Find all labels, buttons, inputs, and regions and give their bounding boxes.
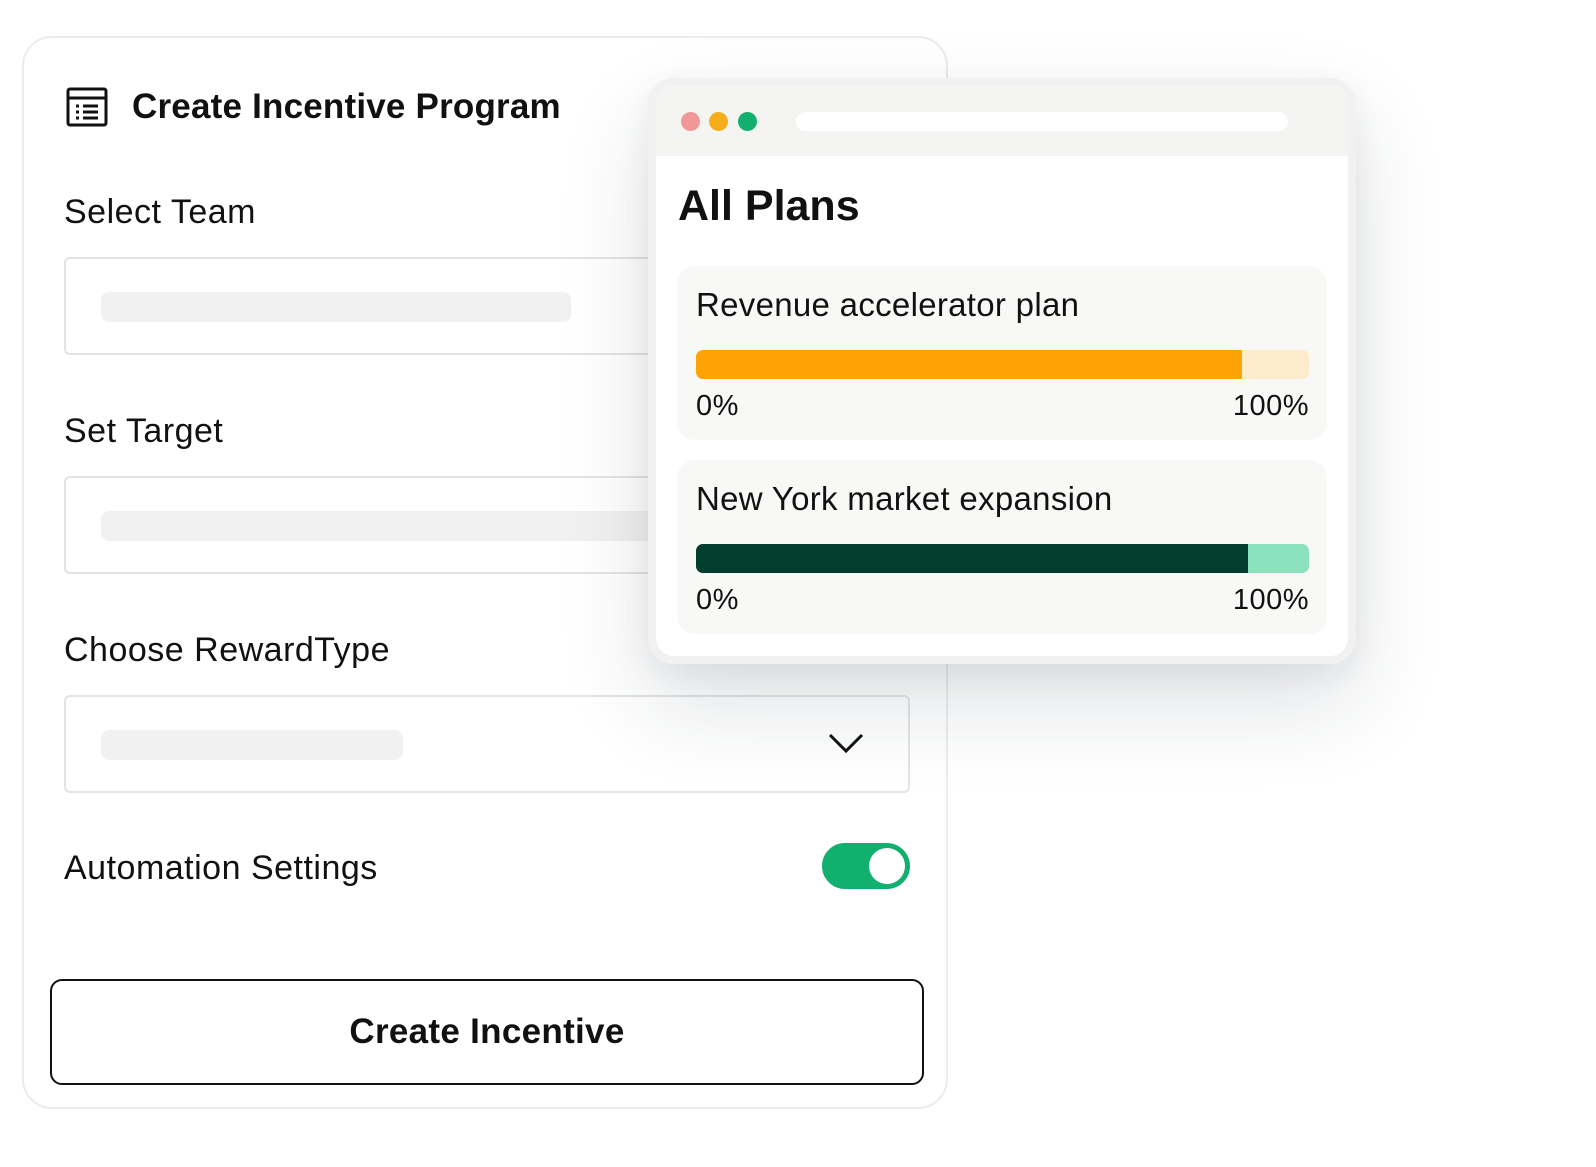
toggle-knob bbox=[869, 848, 905, 884]
select-team-label: Select Team bbox=[64, 193, 256, 231]
plan-progress-bar bbox=[696, 544, 1309, 573]
plan-name: New York market expansion bbox=[696, 480, 1113, 517]
window-title-bar bbox=[656, 86, 1348, 156]
progress-max-label: 100% bbox=[1232, 584, 1309, 616]
plan-card[interactable]: Revenue accelerator plan 0% 100% bbox=[677, 266, 1327, 440]
reward-type-dropdown[interactable] bbox=[64, 695, 910, 793]
reward-type-label: Choose RewardType bbox=[64, 631, 391, 669]
list-document-icon bbox=[66, 87, 108, 127]
plan-name: Revenue accelerator plan bbox=[696, 286, 1080, 323]
form-title: Create Incentive Program bbox=[132, 87, 561, 126]
minimize-window-dot[interactable] bbox=[709, 112, 728, 131]
form-header: Create Incentive Program bbox=[66, 86, 561, 128]
close-window-dot[interactable] bbox=[681, 112, 700, 131]
progress-min-label: 0% bbox=[696, 390, 739, 422]
automation-toggle[interactable] bbox=[822, 843, 910, 889]
plan-progress-fill bbox=[696, 544, 1248, 573]
automation-settings-label: Automation Settings bbox=[64, 849, 378, 887]
plan-progress-bar bbox=[696, 350, 1309, 379]
select-team-placeholder bbox=[101, 292, 571, 322]
set-target-placeholder bbox=[101, 511, 661, 541]
chevron-down-icon[interactable] bbox=[828, 731, 864, 755]
plan-progress-fill bbox=[696, 350, 1242, 379]
plans-title: All Plans bbox=[678, 182, 860, 230]
maximize-window-dot[interactable] bbox=[738, 112, 757, 131]
stage: Create Incentive Program Select Team Set… bbox=[0, 0, 1596, 1167]
all-plans-window: All Plans Revenue accelerator plan 0% 10… bbox=[648, 78, 1356, 664]
set-target-label: Set Target bbox=[64, 412, 224, 450]
plan-card[interactable]: New York market expansion 0% 100% bbox=[677, 460, 1327, 634]
progress-min-label: 0% bbox=[696, 584, 739, 616]
address-bar[interactable] bbox=[796, 112, 1288, 131]
progress-max-label: 100% bbox=[1232, 390, 1309, 422]
reward-type-placeholder bbox=[101, 730, 403, 760]
create-incentive-button[interactable]: Create Incentive bbox=[50, 979, 924, 1085]
